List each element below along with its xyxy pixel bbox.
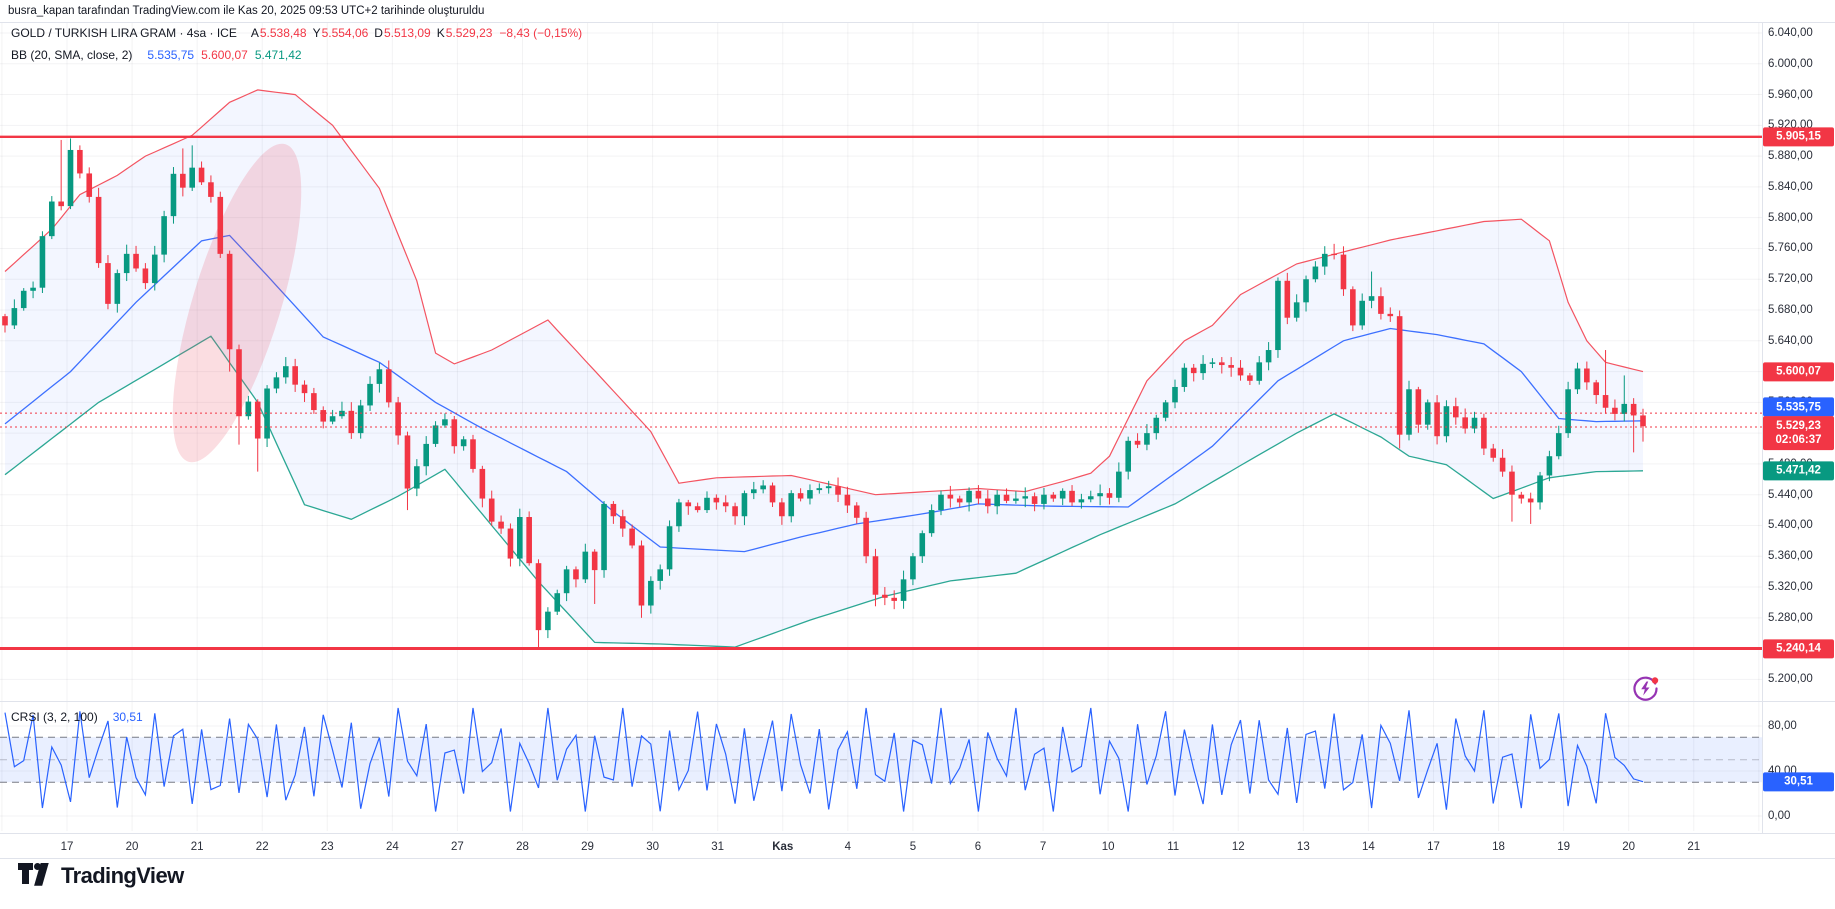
time-axis-label: 4 [845,841,851,853]
price-tag: 5.529,2302:06:37 [1763,416,1834,450]
attribution-text: busra_kapan tarafından TradingView.com i… [8,5,484,17]
symbol-legend-item-0: GOLD / TURKISH LIRA GRAM · 4sa · ICE [11,26,237,40]
price-axis-label: 5.400,00 [1768,519,1813,531]
time-axis-label: 19 [1557,841,1570,853]
symbol-legend-item-3: Y [313,26,321,40]
bb-legend-item-0: BB (20, SMA, close, 2) [11,48,132,62]
time-axis-label: 17 [1427,841,1440,853]
time-axis-label: 12 [1232,841,1245,853]
bb-legend-item-3: 5.471,42 [255,48,302,62]
price-axis-label: 5.440,00 [1768,489,1813,501]
time-axis-label: 13 [1297,841,1310,853]
price-axis-label: 5.960,00 [1768,89,1813,101]
time-axis-label: 20 [126,841,139,853]
price-axis-label: 5.320,00 [1768,581,1813,593]
tradingview-logo-text: TradingView [61,863,184,889]
symbol-legend-item-9: −8,43 (−0,15%) [499,26,582,40]
symbol-legend-item-8: 5.529,23 [446,26,493,40]
time-axis-label: 23 [321,841,334,853]
price-axis-label: 5.760,00 [1768,242,1813,254]
price-axis-label: 5.800,00 [1768,212,1813,224]
crsi-legend-item-1: 30,51 [113,710,143,724]
bb-indicator-legend[interactable]: BB (20, SMA, close, 2) 5.535,75 5.600,07 5.… [11,48,302,62]
symbol-legend-item-4: 5.554,06 [322,26,369,40]
crsi-indicator-legend[interactable]: CRSI (3, 2, 100) 30,51 [11,710,143,724]
price-axis-label: 5.880,00 [1768,150,1813,162]
time-axis-label: Kas [772,841,793,853]
axis-top-border [0,833,1835,834]
time-axis-label: 27 [451,841,464,853]
time-axis-label: 31 [711,841,724,853]
price-axis-label: 5.720,00 [1768,273,1813,285]
bb-legend-item-2: 5.600,07 [201,48,248,62]
crsi-legend-item-0: CRSI (3, 2, 100) [11,710,98,724]
symbol-legend-item-7: K [437,26,445,40]
time-axis-label: 5 [910,841,916,853]
main-chart-canvas[interactable] [0,0,1835,909]
price-axis-label: 5.200,00 [1768,673,1813,685]
price-axis-label: 5.680,00 [1768,304,1813,316]
time-axis-label: 22 [256,841,269,853]
time-axis-label: 7 [1040,841,1046,853]
symbol-legend-item-5: D [374,26,383,40]
price-axis-label: 5.280,00 [1768,612,1813,624]
price-tag: 5.600,07 [1763,362,1834,381]
time-axis-label: 28 [516,841,529,853]
time-axis-label: 30 [646,841,659,853]
symbol-legend-item-6: 5.513,09 [384,26,431,40]
time-axis-label: 18 [1492,841,1505,853]
tradingview-chart-export: busra_kapan tarafından TradingView.com i… [0,0,1835,909]
price-tag: 5.535,75 [1763,397,1834,416]
price-axis-label: 5.840,00 [1768,181,1813,193]
time-axis-label: 10 [1102,841,1115,853]
price-tag: 5.471,42 [1763,461,1834,480]
time-axis-label: 6 [975,841,981,853]
price-axis-label: 6.040,00 [1768,27,1813,39]
time-axis-label: 24 [386,841,399,853]
time-axis-label: 14 [1362,841,1375,853]
crsi-axis-label: 0,00 [1768,810,1790,822]
time-axis-label: 21 [191,841,204,853]
price-axis-label: 5.640,00 [1768,335,1813,347]
price-axis-label: 6.000,00 [1768,58,1813,70]
price-tag: 5.905,15 [1763,127,1834,146]
price-tag: 5.240,14 [1763,639,1834,658]
price-axis-label: 5.360,00 [1768,550,1813,562]
flash-icon[interactable] [1631,674,1660,703]
time-axis-label: 20 [1622,841,1635,853]
time-axis-label: 17 [61,841,74,853]
time-axis-label: 29 [581,841,594,853]
symbol-legend-item-2: 5.538,48 [260,26,307,40]
tradingview-logo-glyph [18,863,52,889]
bb-legend-item-1: 5.535,75 [147,48,194,62]
header-separator [0,22,1835,23]
axis-bottom-border [0,858,1835,859]
pane-separator [0,701,1835,702]
tradingview-logo[interactable]: TradingView [18,863,184,889]
symbol-legend-item-1: A [251,26,259,40]
time-axis-label: 21 [1687,841,1700,853]
crsi-axis-label: 80,00 [1768,720,1797,732]
price-tag: 30,51 [1763,772,1834,791]
symbol-legend[interactable]: GOLD / TURKISH LIRA GRAM · 4sa · ICEA5.5… [11,26,582,40]
time-axis-label: 11 [1167,841,1179,853]
